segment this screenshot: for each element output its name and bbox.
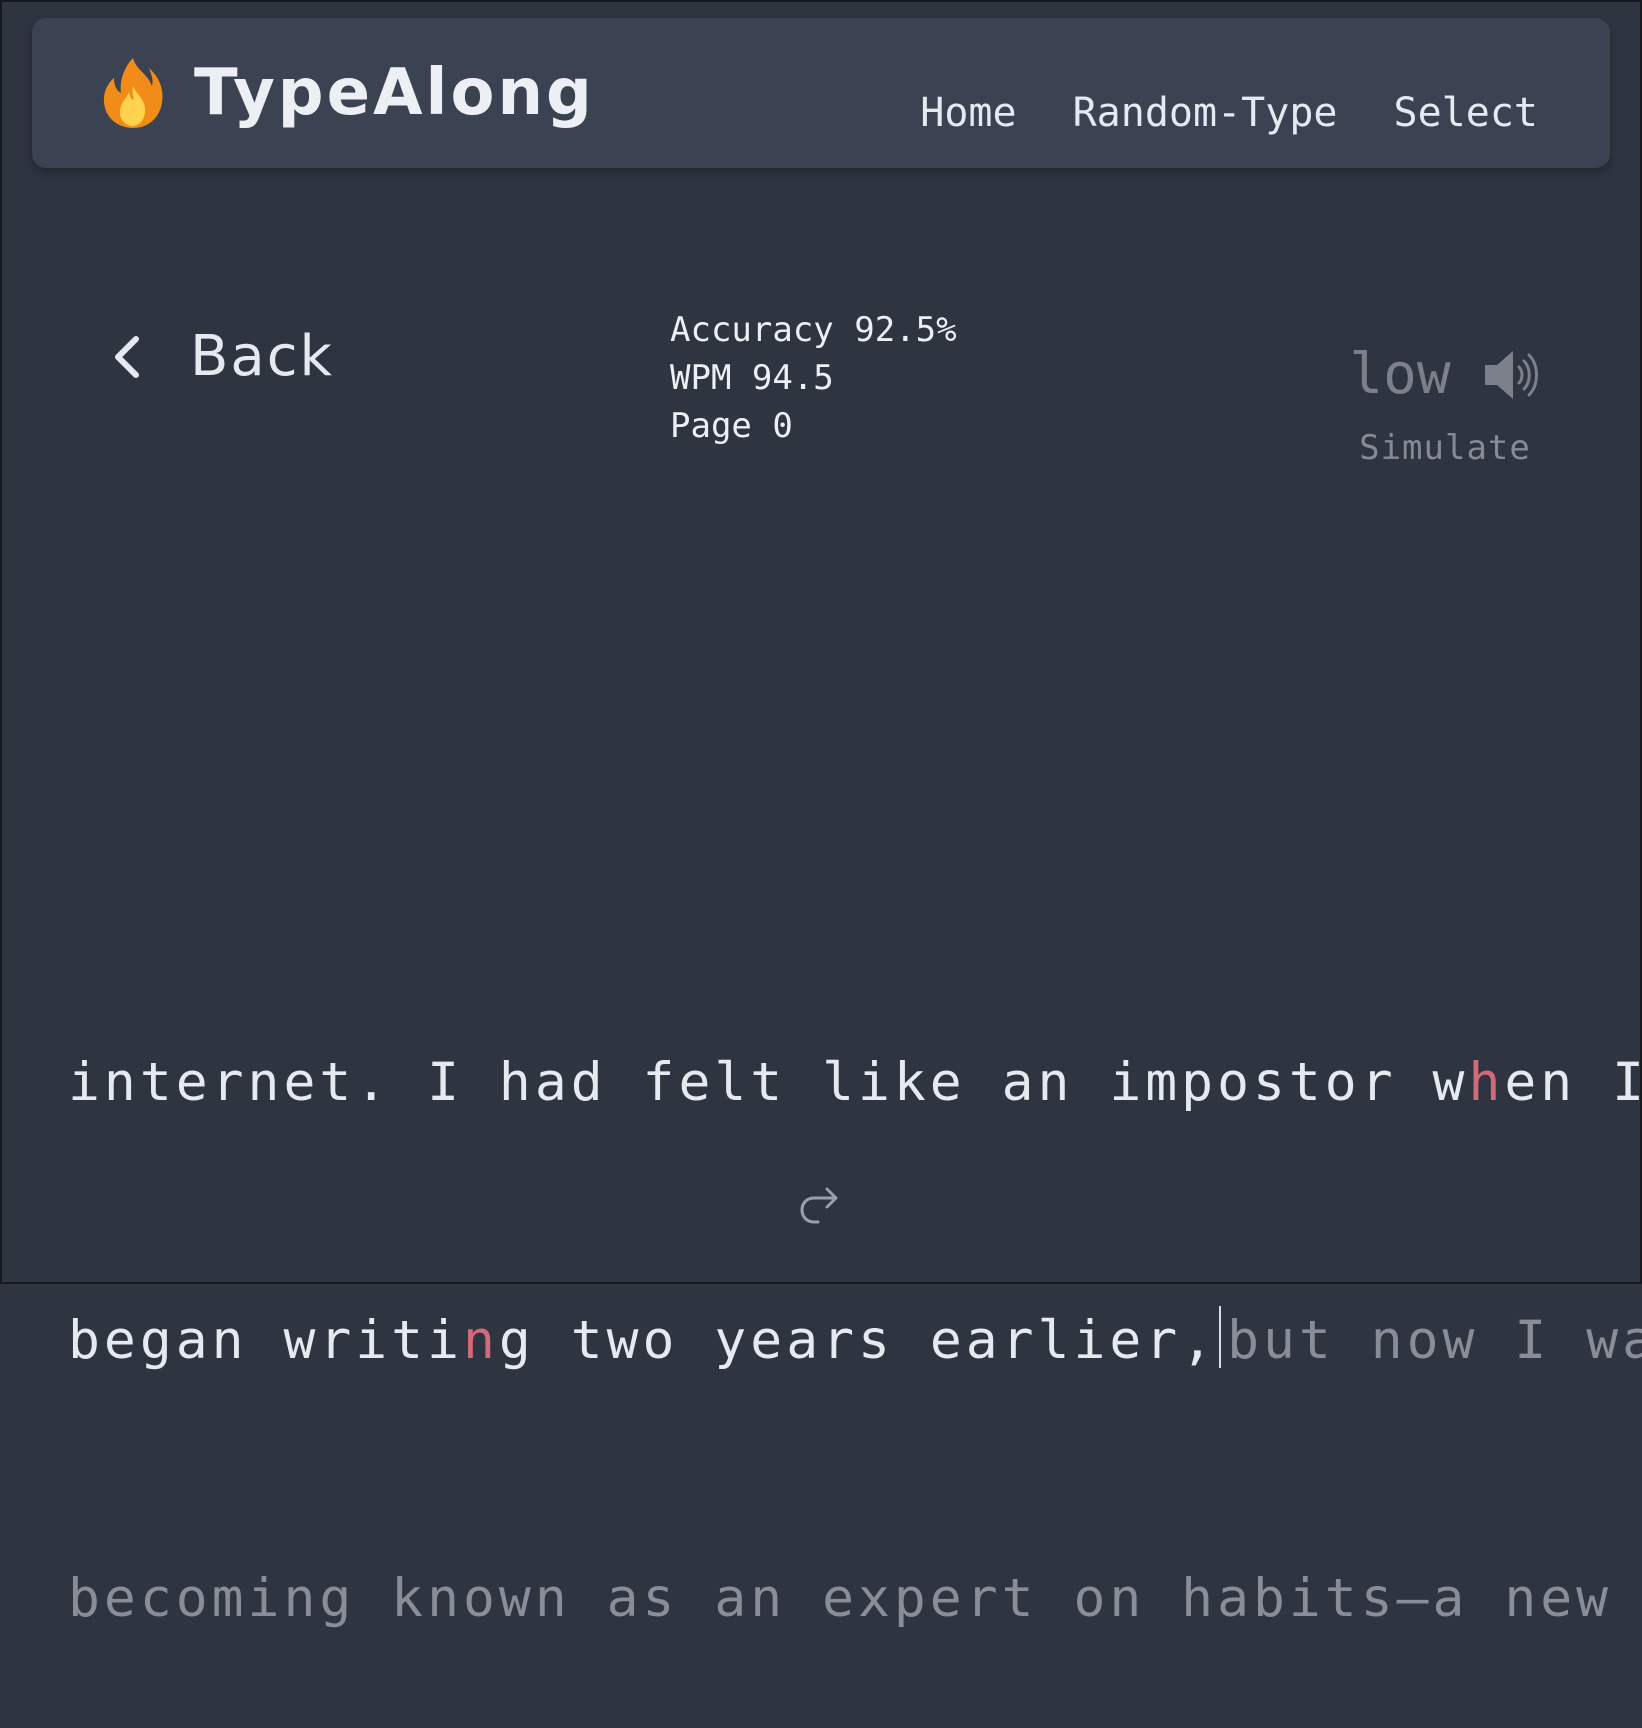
navbar: TypeAlong Home Random-Type Select: [32, 18, 1610, 168]
error-char: h: [1468, 1052, 1505, 1113]
text-line-2: began writing two years earlier, but now …: [68, 1298, 1642, 1384]
typed-text: g two years earlier,: [498, 1310, 1218, 1371]
text-line-1: internet. I had felt like an impostor wh…: [68, 1040, 1642, 1126]
nav-link-home[interactable]: Home: [920, 88, 1016, 138]
text-caret: [1219, 1306, 1222, 1368]
sound-level-toggle[interactable]: low: [1349, 340, 1450, 410]
typed-text: en I: [1504, 1052, 1642, 1113]
typed-text: began writi: [68, 1310, 463, 1371]
brand[interactable]: TypeAlong: [100, 56, 595, 130]
nav-links: Home Random-Type Select: [920, 88, 1538, 138]
error-char: n: [463, 1310, 499, 1371]
flame-icon: [103, 58, 163, 128]
sound-controls: low Simulate: [1330, 340, 1560, 468]
chevron-left-icon: [115, 336, 139, 378]
accuracy-stat: Accuracy 92.5%: [670, 310, 957, 350]
page-stat: Page 0: [670, 406, 793, 446]
stats-panel: Accuracy 92.5% WPM 94.5 Page 0: [670, 306, 957, 450]
nav-link-random-type[interactable]: Random-Type: [1073, 88, 1338, 138]
typed-text: internet. I had felt like an impostor w: [68, 1052, 1469, 1113]
speaker-icon[interactable]: [1481, 347, 1541, 403]
back-label: Back: [190, 324, 334, 389]
wpm-stat: WPM 94.5: [670, 358, 834, 398]
simulate-button[interactable]: Simulate: [1330, 428, 1560, 468]
nav-link-select[interactable]: Select: [1394, 88, 1539, 138]
untyped-text: but now I was: [1227, 1310, 1642, 1371]
sound-row: low: [1330, 340, 1560, 410]
back-button[interactable]: Back: [112, 322, 334, 392]
text-line-3: becoming known as an expert on habits—a …: [68, 1556, 1608, 1642]
typing-area[interactable]: internet. I had felt like an impostor wh…: [68, 868, 1642, 1728]
brand-name: TypeAlong: [194, 56, 595, 130]
redo-arrow-icon[interactable]: [796, 1180, 844, 1228]
untyped-text: becoming known as an expert on habits—a …: [68, 1568, 1613, 1629]
